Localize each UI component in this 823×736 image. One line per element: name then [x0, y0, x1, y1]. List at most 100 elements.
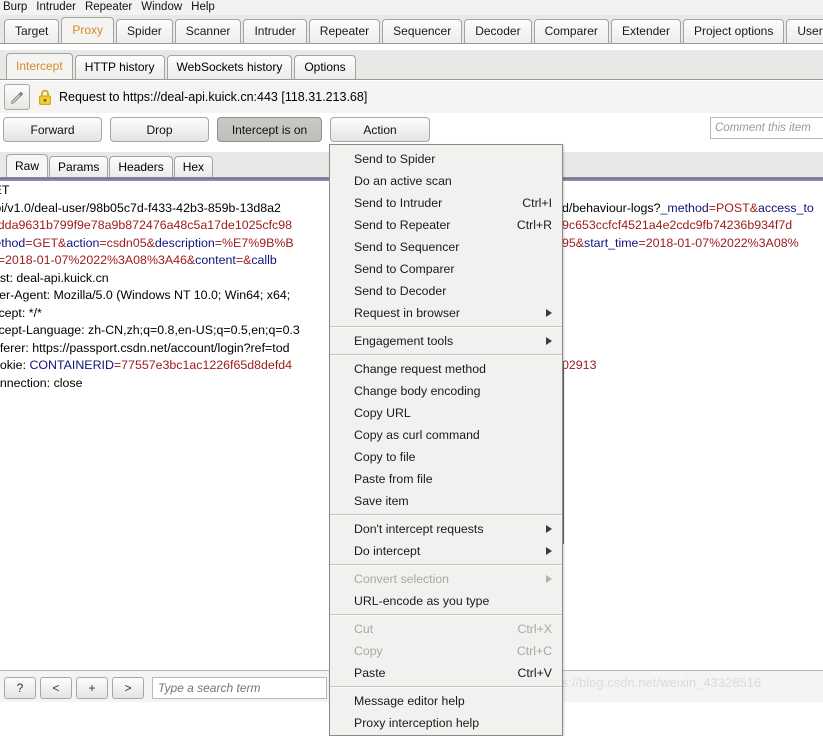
menu-item-label: Send to Comparer	[354, 262, 455, 276]
subtab-intercept[interactable]: Intercept	[6, 53, 73, 79]
text-run: 9c653ccfcf4521a4e2cdc9fb74236b934f7d	[562, 218, 793, 232]
menu-item-send-to-comparer[interactable]: Send to Comparer	[330, 258, 562, 280]
menu-item-send-to-decoder[interactable]: Send to Decoder	[330, 280, 562, 302]
search-next-button[interactable]: >	[112, 677, 144, 699]
drop-button[interactable]: Drop	[110, 117, 209, 142]
tab-extender[interactable]: Extender	[610, 19, 681, 43]
subtab-options[interactable]: Options	[294, 55, 356, 79]
request-line: /api/v1.0/deal-user/98b05c7d-f433-42b3-8…	[0, 200, 300, 218]
text-run: _method	[660, 200, 709, 215]
menu-item-send-to-sequencer[interactable]: Send to Sequencer	[330, 236, 562, 258]
menu-item-message-editor-help[interactable]: Message editor help	[330, 690, 562, 712]
tab-comparer[interactable]: Comparer	[533, 19, 609, 43]
menu-item-do-an-active-scan[interactable]: Do an active scan	[330, 170, 562, 192]
action-button[interactable]: Action	[330, 117, 430, 142]
tab-spider[interactable]: Spider	[116, 19, 173, 43]
menu-item-don-t-intercept-requests[interactable]: Don't intercept requests	[330, 518, 562, 540]
menubar-item-help[interactable]: Help	[191, 0, 221, 15]
menu-item-proxy-interception-help[interactable]: Proxy interception help	[330, 712, 562, 734]
text-run: =2018-01-07%2022%3A08%	[638, 235, 799, 250]
menu-item-save-item[interactable]: Save item	[330, 490, 562, 512]
menu-item-change-body-encoding[interactable]: Change body encoding	[330, 380, 562, 402]
tab-scanner[interactable]: Scanner	[174, 19, 242, 43]
menubar-item-intruder[interactable]: Intruder	[36, 0, 82, 15]
tab-sequencer[interactable]: Sequencer	[382, 19, 463, 43]
text-run: Host: deal-api.kuick.cn	[0, 270, 109, 285]
menu-item-copy: Copy Ctrl+C	[330, 640, 562, 662]
menu-item-label: Send to Decoder	[354, 284, 447, 298]
menu-separator	[330, 614, 562, 616]
action-context-menu[interactable]: Send to Spider Do an active scan Send to I…	[329, 144, 563, 736]
search-add-button[interactable]: +	[76, 677, 108, 699]
tab-target[interactable]: Target	[4, 19, 60, 43]
intercept-toggle-button[interactable]: Intercept is on	[217, 117, 322, 142]
pencil-icon	[11, 91, 24, 104]
menu-item-label: Copy as curl command	[354, 428, 480, 442]
editor-tab-params[interactable]: Params	[49, 156, 109, 177]
padlock-icon	[39, 89, 51, 105]
editor-tab-raw[interactable]: Raw	[6, 154, 49, 177]
menu-item-label: Do intercept	[354, 544, 421, 558]
menu-item-accelerator: Ctrl+R	[516, 218, 552, 232]
menubar-item-burp[interactable]: Burp	[3, 0, 33, 15]
tab-repeater[interactable]: Repeater	[308, 19, 381, 43]
menu-item-label: Don't intercept requests	[354, 522, 484, 536]
text-run: start_time	[584, 235, 639, 250]
tab-intruder[interactable]: Intruder	[243, 19, 307, 43]
proxy-sub-tab-strip: Intercept HTTP history WebSockets history O…	[0, 50, 823, 80]
text-run: Accept: */*	[0, 305, 42, 320]
tab-user-options[interactable]: User options	[786, 19, 823, 43]
intercept-toolbar: Forward Drop Intercept is on Action	[0, 117, 823, 145]
menu-item-paste-from-file[interactable]: Paste from file	[330, 468, 562, 490]
forward-button[interactable]: Forward	[3, 117, 102, 142]
search-prev-button[interactable]: <	[40, 677, 72, 699]
text-run: =GET&	[25, 235, 67, 250]
subtab-websockets-history[interactable]: WebSockets history	[166, 55, 293, 79]
tab-proxy[interactable]: Proxy	[61, 17, 115, 43]
comment-input[interactable]	[710, 117, 823, 139]
text-run: description	[154, 235, 215, 250]
menu-item-label: Proxy interception help	[354, 716, 480, 730]
menu-item-change-request-method[interactable]: Change request method	[330, 358, 562, 380]
menu-item-engagement-tools[interactable]: Engagement tools	[330, 330, 562, 352]
menu-item-accelerator: Ctrl+X	[517, 622, 552, 636]
subtab-http-history[interactable]: HTTP history	[74, 55, 165, 79]
tab-project-options[interactable]: Project options	[682, 19, 785, 43]
menu-item-label: Send to Spider	[354, 152, 436, 166]
menu-item-paste[interactable]: Paste Ctrl+V	[330, 662, 562, 684]
menu-item-convert-selection: Convert selection	[330, 568, 562, 590]
text-run: method	[0, 235, 26, 250]
pencil-icon-button[interactable]	[4, 84, 30, 110]
menu-item-url-encode-as-you-type[interactable]: URL-encode as you type	[330, 590, 562, 612]
menu-item-label: Cut	[354, 622, 374, 636]
request-text-right: d/behaviour-logs?_method=POST&access_to 9…	[562, 182, 814, 392]
text-caret	[563, 364, 564, 544]
text-run: GET	[0, 183, 10, 197]
menu-item-label: Engagement tools	[354, 334, 454, 348]
menu-item-send-to-repeater[interactable]: Send to Repeater Ctrl+R	[330, 214, 562, 236]
menu-item-label: Send to Repeater	[354, 218, 451, 232]
menu-item-label: Change body encoding	[354, 384, 481, 398]
menu-item-copy-to-file[interactable]: Copy to file	[330, 446, 562, 468]
application-menubar: Burp Intruder Repeater Window Help	[0, 0, 823, 15]
text-run: =POST&	[708, 200, 758, 215]
text-run: =csdn05&	[99, 235, 155, 250]
text-run: action	[66, 235, 100, 250]
text-run: callb	[251, 253, 277, 267]
menu-item-send-to-spider[interactable]: Send to Spider	[330, 148, 562, 170]
menu-item-send-to-intruder[interactable]: Send to Intruder Ctrl+I	[330, 192, 562, 214]
editor-tab-headers[interactable]: Headers	[109, 156, 173, 177]
request-line	[562, 305, 814, 323]
search-input[interactable]	[152, 677, 327, 699]
menu-item-copy-as-curl-command[interactable]: Copy as curl command	[330, 424, 562, 446]
menubar-item-repeater[interactable]: Repeater	[85, 0, 138, 15]
menu-item-label: Do an active scan	[354, 174, 452, 188]
menu-item-copy-url[interactable]: Copy URL	[330, 402, 562, 424]
submenu-arrow-icon	[546, 309, 552, 317]
menu-item-do-intercept[interactable]: Do intercept	[330, 540, 562, 562]
tab-decoder[interactable]: Decoder	[464, 19, 532, 43]
editor-tab-hex[interactable]: Hex	[173, 156, 214, 177]
help-button[interactable]: ?	[4, 677, 36, 699]
menubar-item-window[interactable]: Window	[141, 0, 188, 15]
menu-item-request-in-browser[interactable]: Request in browser	[330, 302, 562, 324]
